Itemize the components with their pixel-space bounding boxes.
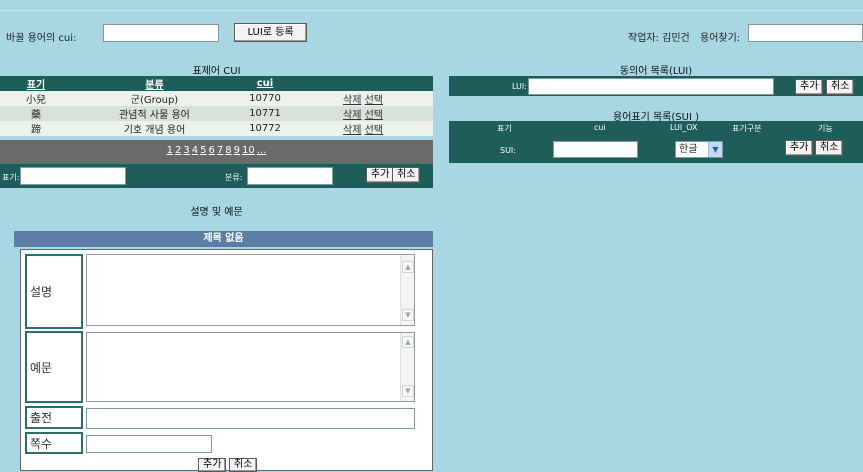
col-notation[interactable]: 표기 xyxy=(0,76,72,91)
row-term: 蹄 xyxy=(31,125,41,136)
sui-label: SUI: xyxy=(500,146,516,155)
select-link[interactable]: 선택 xyxy=(365,125,383,136)
scroll-up-icon[interactable]: ▲ xyxy=(402,336,414,348)
sui-col-cui: cui xyxy=(594,123,606,132)
page-link[interactable]: 5 xyxy=(200,145,206,156)
add-description-button[interactable]: 추가 xyxy=(198,458,227,472)
col-cui[interactable]: cui xyxy=(237,76,293,91)
cancel-cui-button[interactable]: 취소 xyxy=(392,167,421,183)
select-link[interactable]: 선택 xyxy=(365,95,383,106)
sui-input[interactable] xyxy=(553,141,638,158)
table-row: 藥 관념적 사물 용어 10771 삭제 선택 xyxy=(0,106,433,121)
cui-table: 표기 분류 cui 小兒 군(Group) 10770 삭제 선택 藥 관념적 … xyxy=(0,76,433,136)
lui-input[interactable] xyxy=(528,78,774,95)
cancel-lui-button[interactable]: 취소 xyxy=(826,79,855,95)
page-link[interactable]: 6 xyxy=(209,145,215,156)
page-link[interactable]: ... xyxy=(257,145,267,156)
table-row: 小兒 군(Group) 10770 삭제 선택 xyxy=(0,91,433,106)
delete-link[interactable]: 삭제 xyxy=(343,110,361,121)
col-category[interactable]: 분류 xyxy=(72,76,237,91)
term-search-input[interactable] xyxy=(748,24,863,42)
notation-input[interactable] xyxy=(20,167,126,185)
delete-link[interactable]: 삭제 xyxy=(343,95,361,106)
scroll-down-icon[interactable]: ▼ xyxy=(402,385,414,397)
scroll-down-icon[interactable]: ▼ xyxy=(402,309,414,321)
term-search-label: 용어찾기: xyxy=(700,33,741,44)
page-number-input[interactable] xyxy=(86,435,212,453)
page-link[interactable]: 1 xyxy=(167,145,173,156)
table-row: 蹄 기호 개념 용어 10772 삭제 선택 xyxy=(0,121,433,136)
row-category: 기호 개념 용어 xyxy=(123,125,186,136)
example-scrollbar[interactable]: ▲ ▼ xyxy=(400,333,414,401)
page-number-label: 쪽수 xyxy=(25,432,83,454)
page-link[interactable]: 8 xyxy=(225,145,231,156)
page-link[interactable]: 4 xyxy=(192,145,198,156)
source-input[interactable] xyxy=(86,408,415,429)
chevron-down-icon[interactable]: ▼ xyxy=(708,142,722,157)
cancel-sui-button[interactable]: 취소 xyxy=(815,140,844,156)
select-link[interactable]: 선택 xyxy=(365,110,383,121)
replace-cui-input[interactable] xyxy=(103,24,219,42)
page-link[interactable]: 2 xyxy=(175,145,181,156)
description-label: 설명 xyxy=(25,254,83,329)
replace-cui-label: 바꿀 용어의 cui: xyxy=(6,33,77,44)
row-cui: 10770 xyxy=(249,93,281,104)
cui-table-header: 표기 분류 cui xyxy=(0,76,433,91)
synonym-list-title: 동의어 목록(LUI) xyxy=(619,66,693,77)
no-title-header: 제목 없음 xyxy=(14,231,433,247)
row-category: 군(Group) xyxy=(130,95,179,106)
lui-label: LUI: xyxy=(512,82,527,91)
sui-col-lui-ox: LUI_OX xyxy=(670,123,698,132)
category-label: 분류: xyxy=(225,173,243,182)
source-label: 출전 xyxy=(25,406,83,429)
page-link[interactable]: 7 xyxy=(217,145,223,156)
register-lui-button[interactable]: LUI로 등록 xyxy=(234,23,307,42)
example-label: 예문 xyxy=(25,331,83,403)
page-link[interactable]: 3 xyxy=(183,145,189,156)
desc-example-title: 설명 및 예문 xyxy=(190,207,243,218)
worker-label: 작업자: 김민건 xyxy=(628,33,690,44)
page-link[interactable]: 10 xyxy=(242,145,255,156)
row-cui: 10771 xyxy=(249,108,281,119)
pagination: 1 2 3 4 5 6 7 8 9 10... xyxy=(0,140,433,164)
top-divider xyxy=(0,10,863,11)
description-textarea[interactable]: ▲ ▼ xyxy=(86,254,415,326)
notation-label: 표기: xyxy=(2,173,20,182)
category-input[interactable] xyxy=(247,167,333,185)
scroll-up-icon[interactable]: ▲ xyxy=(402,261,414,273)
delete-link[interactable]: 삭제 xyxy=(343,125,361,136)
headword-cui-title: 표제어 CUI xyxy=(192,66,241,77)
language-value: 한글 xyxy=(679,144,698,155)
row-term: 藥 xyxy=(31,110,41,121)
example-textarea[interactable]: ▲ ▼ xyxy=(86,332,415,402)
cancel-description-button[interactable]: 취소 xyxy=(229,458,258,472)
add-cui-button[interactable]: 추가 xyxy=(366,167,395,183)
page-link[interactable]: 9 xyxy=(234,145,240,156)
add-lui-button[interactable]: 추가 xyxy=(795,79,824,95)
language-select[interactable]: 한글 ▼ xyxy=(675,141,723,158)
row-cui: 10772 xyxy=(249,123,281,134)
description-scrollbar[interactable]: ▲ ▼ xyxy=(400,255,414,325)
row-category: 관념적 사물 용어 xyxy=(119,110,190,121)
add-sui-button[interactable]: 추가 xyxy=(785,140,814,156)
row-term: 小兒 xyxy=(26,95,46,106)
